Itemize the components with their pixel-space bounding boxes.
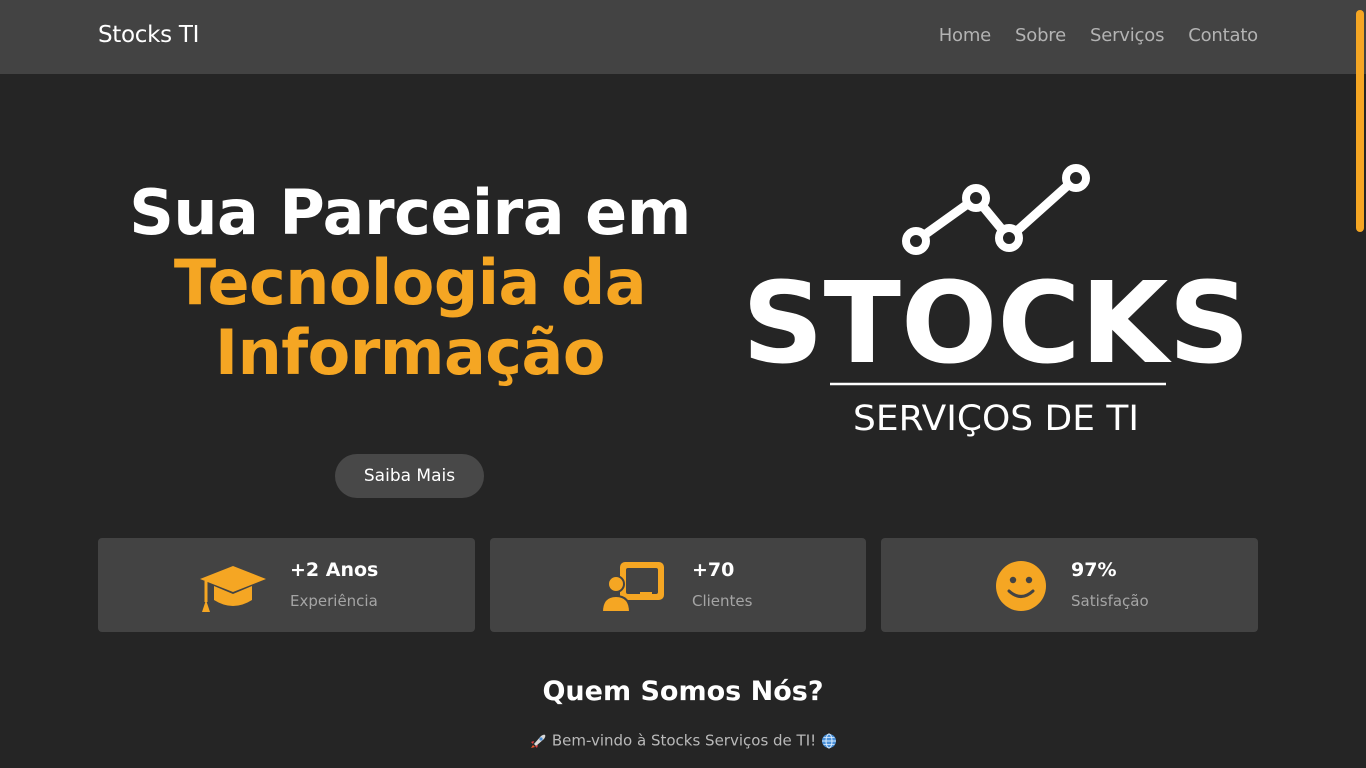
welcome-message: Bem-vindo à Stocks Serviços de TI! — [551, 731, 817, 750]
nav-link-home[interactable]: Home — [939, 25, 992, 46]
stocks-logo: STOCKS SERVIÇOS DE TI — [742, 164, 1250, 439]
stat-label: Experiência — [290, 592, 378, 610]
globe-icon — [821, 733, 836, 748]
stat-card-clients: +70 Clientes — [490, 538, 866, 632]
stat-value: +70 — [692, 559, 735, 581]
navbar: Stocks TI Home Sobre Serviços Contato — [0, 0, 1366, 74]
about-section-title: Quem Somos Nós? — [542, 676, 824, 707]
chart-line-icon — [902, 164, 1090, 255]
stat-card-experience: +2 Anos Experiência — [98, 538, 475, 632]
nav-link-contato[interactable]: Contato — [1188, 25, 1258, 46]
nav-links: Home Sobre Serviços Contato — [939, 25, 1259, 46]
nav-link-sobre[interactable]: Sobre — [1015, 25, 1066, 46]
chalkboard-user-icon — [600, 562, 664, 613]
hero-title: Sua Parceira em Tecnologia da Informação — [100, 178, 720, 388]
logo-tagline: SERVIÇOS DE TI — [853, 399, 1139, 439]
saiba-mais-button[interactable]: Saiba Mais — [335, 454, 484, 498]
scrollbar[interactable] — [1354, 0, 1366, 768]
hero-title-line-3: Informação — [215, 316, 605, 389]
logo-wordmark: STOCKS — [742, 259, 1250, 389]
smile-icon — [996, 561, 1046, 611]
stat-value: 97% — [1071, 559, 1117, 581]
welcome-text: Bem-vindo à Stocks Serviços de TI! — [0, 731, 1366, 750]
hero-title-line-1: Sua Parceira em — [129, 176, 691, 249]
brand-link[interactable]: Stocks TI — [98, 22, 199, 48]
stat-label: Clientes — [692, 592, 753, 610]
hero-title-line-2: Tecnologia da — [173, 246, 647, 319]
stat-value: +2 Anos — [290, 559, 379, 581]
rocket-icon — [531, 734, 546, 748]
graduation-cap-icon — [200, 566, 266, 612]
stat-card-satisfaction: 97% Satisfação — [881, 538, 1258, 632]
scrollbar-thumb[interactable] — [1356, 10, 1364, 232]
stat-label: Satisfação — [1071, 592, 1149, 610]
nav-link-servicos[interactable]: Serviços — [1090, 25, 1164, 46]
